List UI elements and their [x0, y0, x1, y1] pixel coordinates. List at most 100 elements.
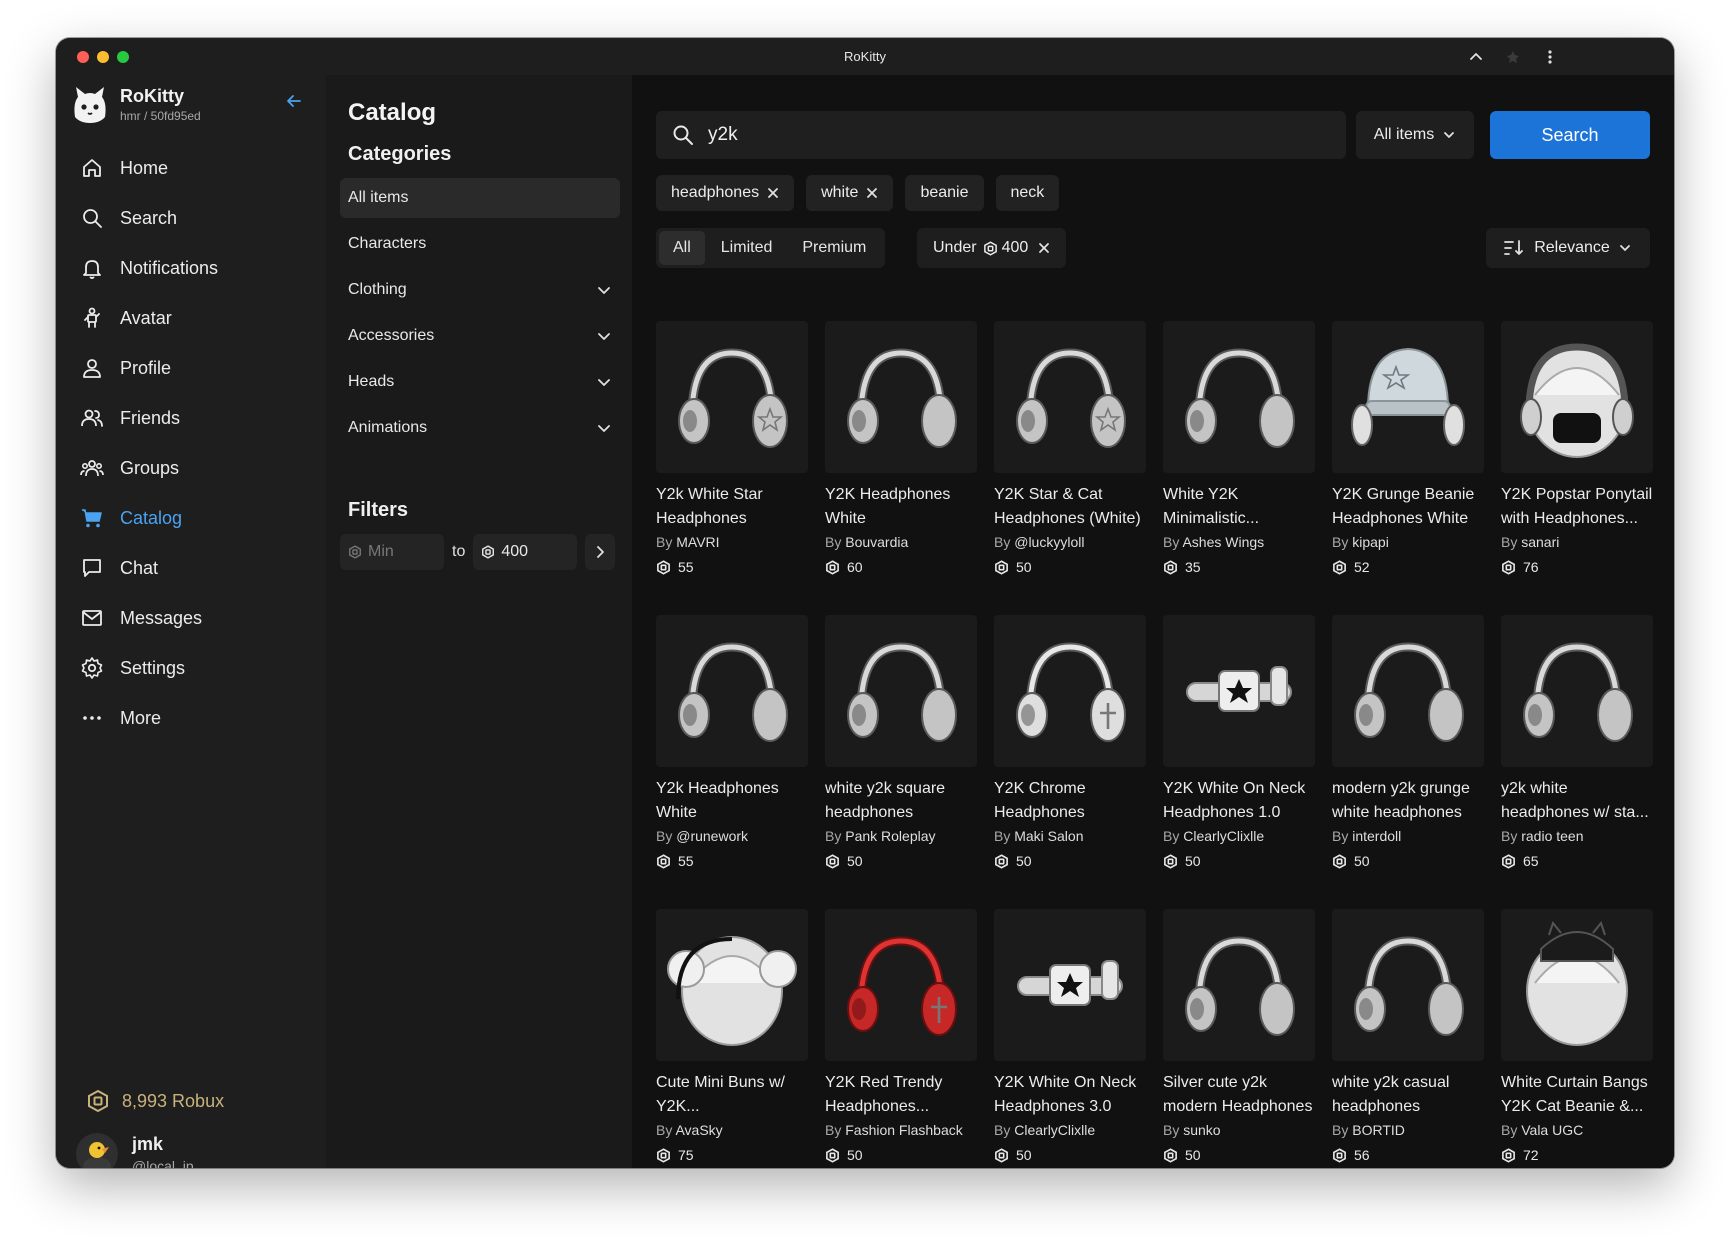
catalog-item-card[interactable]: White Curtain Bangs Y2K Cat Beanie &... B…: [1501, 909, 1653, 1163]
headphones-icon[interactable]: [1163, 909, 1315, 1061]
pin-icon[interactable]: [1503, 47, 1523, 67]
headphones-star-icon[interactable]: [994, 321, 1146, 473]
catalog-item-card[interactable]: Y2K Popstar Ponytail with Headphones... B…: [1501, 321, 1653, 575]
sidebar-item-friends[interactable]: Friends: [56, 393, 326, 443]
hair-headphones-icon[interactable]: [1501, 321, 1653, 473]
headphones-icon[interactable]: [1501, 615, 1653, 767]
catalog-item-card[interactable]: Y2K White On Neck Headphones 3.0 By Clear…: [994, 909, 1146, 1163]
min-price-input[interactable]: Min: [340, 534, 444, 570]
creator-name[interactable]: sanari: [1521, 534, 1559, 550]
catalog-item-card[interactable]: modern y2k grunge white headphones By int…: [1332, 615, 1484, 869]
sidebar-item-home[interactable]: Home: [56, 143, 326, 193]
headphones-icon[interactable]: [1163, 321, 1315, 473]
catalog-item-card[interactable]: White Y2K Minimalistic... By Ashes Wings 3…: [1163, 321, 1315, 575]
collapse-sidebar-button[interactable]: [282, 89, 306, 113]
catalog-item-card[interactable]: Y2K Red Trendy Headphones... By Fashion F…: [825, 909, 977, 1163]
type-filter-premium[interactable]: Premium: [788, 231, 880, 265]
creator-name[interactable]: interdoll: [1352, 828, 1401, 844]
creator-name[interactable]: AvaSky: [675, 1122, 722, 1138]
robux-icon: [1164, 559, 1177, 575]
tag-chip-beanie[interactable]: beanie: [905, 175, 984, 211]
creator-name[interactable]: Ashes Wings: [1182, 534, 1264, 550]
sidebar-item-profile[interactable]: Profile: [56, 343, 326, 393]
user-profile[interactable]: jmk @local_ip: [76, 1133, 194, 1168]
sidebar-item-search[interactable]: Search: [56, 193, 326, 243]
creator-name[interactable]: Vala UGC: [1521, 1122, 1583, 1138]
close-icon[interactable]: [767, 187, 779, 199]
search-button[interactable]: Search: [1490, 111, 1650, 159]
creator-name[interactable]: MAVRI: [676, 534, 719, 550]
creator-name[interactable]: kipapi: [1352, 534, 1389, 550]
sidebar-item-catalog[interactable]: Catalog: [56, 493, 326, 543]
creator-name[interactable]: Fashion Flashback: [845, 1122, 963, 1138]
neck-headphones-icon[interactable]: [1163, 615, 1315, 767]
type-filter-all[interactable]: All: [659, 231, 705, 265]
category-heads[interactable]: Heads: [340, 362, 620, 402]
search-input[interactable]: [706, 123, 1310, 147]
tag-chip-neck[interactable]: neck: [995, 175, 1060, 211]
sidebar-item-messages[interactable]: Messages: [56, 593, 326, 643]
max-price-input[interactable]: 400: [473, 534, 578, 570]
category-clothing[interactable]: Clothing: [340, 270, 620, 310]
headphones-icon[interactable]: [825, 321, 977, 473]
catalog-item-card[interactable]: Y2K Headphones White By Bouvardia 60: [825, 321, 977, 575]
catalog-item-card[interactable]: Y2K White On Neck Headphones 1.0 By Clear…: [1163, 615, 1315, 869]
sidebar-item-groups[interactable]: Groups: [56, 443, 326, 493]
catalog-item-card[interactable]: Y2K Chrome Headphones By Maki Salon 50: [994, 615, 1146, 869]
tag-chip-white[interactable]: white: [806, 175, 894, 211]
neck-headphones-icon[interactable]: [994, 909, 1146, 1061]
catalog-item-card[interactable]: Y2K Star & Cat Headphones (White) By @luc…: [994, 321, 1146, 575]
category-all-items[interactable]: All items: [340, 178, 620, 218]
creator-name[interactable]: Pank Roleplay: [845, 828, 935, 844]
beanie-icon[interactable]: [1332, 321, 1484, 473]
catalog-item-card[interactable]: white y2k square headphones By Pank Rolep…: [825, 615, 977, 869]
apply-price-button[interactable]: [585, 534, 616, 570]
catalog-item-card[interactable]: white y2k casual headphones By BORTID 56: [1332, 909, 1484, 1163]
sidebar-item-chat[interactable]: Chat: [56, 543, 326, 593]
chevron-down-icon: [598, 379, 610, 386]
creator-name[interactable]: Bouvardia: [845, 534, 908, 550]
catalog-item-card[interactable]: y2k white headphones w/ sta... By radio t…: [1501, 615, 1653, 869]
headphones-icon[interactable]: [656, 615, 808, 767]
creator-name[interactable]: radio teen: [1521, 828, 1583, 844]
hair-buns-icon[interactable]: [656, 909, 808, 1061]
catalog-item-card[interactable]: Y2k White Star Headphones By MAVRI 55: [656, 321, 808, 575]
catalog-item-card[interactable]: Y2K Grunge Beanie Headphones White By kip…: [1332, 321, 1484, 575]
creator-name[interactable]: @runework: [676, 828, 748, 844]
headphones-star-icon[interactable]: [656, 321, 808, 473]
menu-dots-icon[interactable]: [1540, 47, 1560, 67]
headphones-icon[interactable]: [1332, 909, 1484, 1061]
category-accessories[interactable]: Accessories: [340, 316, 620, 356]
sidebar-item-settings[interactable]: Settings: [56, 643, 326, 693]
sidebar-item-more[interactable]: More: [56, 693, 326, 743]
creator-name[interactable]: BORTID: [1352, 1122, 1405, 1138]
price-value: 50: [1185, 853, 1201, 869]
type-filter-limited[interactable]: Limited: [707, 231, 787, 265]
headphones-icon[interactable]: [825, 615, 977, 767]
headphones-red-icon[interactable]: [825, 909, 977, 1061]
category-animations[interactable]: Animations: [340, 408, 620, 448]
catalog-item-card[interactable]: Cute Mini Buns w/ Y2K... By AvaSky 75: [656, 909, 808, 1163]
sidebar-item-avatar[interactable]: Avatar: [56, 293, 326, 343]
sort-dropdown[interactable]: Relevance: [1486, 228, 1650, 268]
sidebar-item-notifications[interactable]: Notifications: [56, 243, 326, 293]
chevron-up-icon[interactable]: [1466, 47, 1486, 67]
scope-dropdown[interactable]: All items: [1356, 111, 1474, 159]
creator-name[interactable]: sunko: [1183, 1122, 1220, 1138]
close-icon[interactable]: [1038, 242, 1050, 254]
headphones-cross-icon[interactable]: [994, 615, 1146, 767]
close-icon[interactable]: [866, 187, 878, 199]
creator-name[interactable]: @luckyyloll: [1014, 534, 1084, 550]
catalog-item-card[interactable]: Y2k Headphones White By @runework 55: [656, 615, 808, 869]
tag-chip-headphones[interactable]: headphones: [656, 175, 795, 211]
hair-beanie-icon[interactable]: [1501, 909, 1653, 1061]
robux-balance[interactable]: 8,993 Robux: [86, 1089, 224, 1113]
price-chip[interactable]: Under 400: [917, 228, 1067, 268]
headphones-icon[interactable]: [1332, 615, 1484, 767]
robux-icon: [1164, 853, 1177, 869]
category-characters[interactable]: Characters: [340, 224, 620, 264]
creator-name[interactable]: ClearlyClixlle: [1014, 1122, 1095, 1138]
creator-name[interactable]: Maki Salon: [1014, 828, 1083, 844]
catalog-item-card[interactable]: Silver cute y2k modern Headphones By sunk…: [1163, 909, 1315, 1163]
creator-name[interactable]: ClearlyClixlle: [1183, 828, 1264, 844]
